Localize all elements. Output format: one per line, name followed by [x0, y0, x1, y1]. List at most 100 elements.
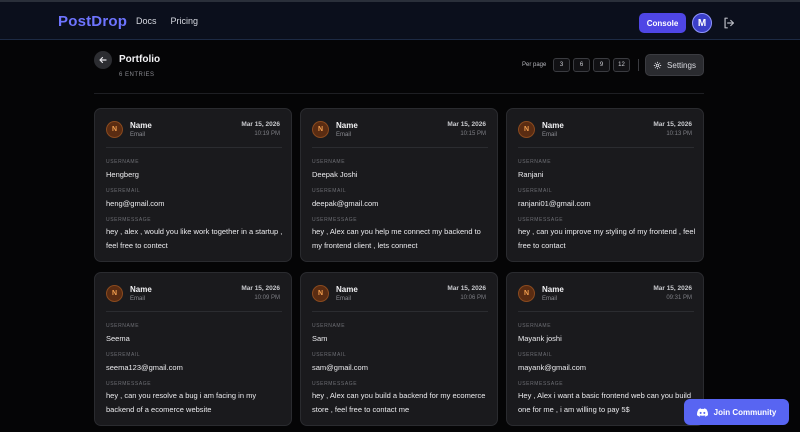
- console-button[interactable]: Console: [639, 13, 686, 33]
- useremail-label: USEREMAIL: [518, 352, 553, 358]
- settings-label: Settings: [667, 60, 696, 70]
- useremail-label: USEREMAIL: [312, 188, 347, 194]
- card-date: Mar 15, 2026: [241, 285, 280, 292]
- card-divider: [518, 147, 694, 148]
- card-time: 10:09 PM: [254, 295, 280, 301]
- card-date: Mar 15, 2026: [241, 121, 280, 128]
- card-email-label: Email: [130, 132, 146, 138]
- card-date: Mar 15, 2026: [447, 285, 486, 292]
- username-value: Mayank joshi: [518, 334, 562, 343]
- card-avatar: N: [312, 121, 329, 138]
- useremail-value: deepak@gmail.com: [312, 199, 379, 208]
- usermessage-label: USERMESSAGE: [518, 381, 564, 387]
- user-avatar[interactable]: M: [692, 13, 712, 33]
- card-divider: [312, 147, 488, 148]
- useremail-label: USEREMAIL: [106, 188, 141, 194]
- per-page-option-6[interactable]: 6: [573, 58, 590, 72]
- nav-docs[interactable]: Docs: [136, 16, 157, 26]
- useremail-value: sam@gmail.com: [312, 363, 368, 372]
- card-name-label: Name: [542, 285, 564, 294]
- logout-icon[interactable]: [722, 16, 736, 30]
- card-date: Mar 15, 2026: [653, 121, 692, 128]
- discord-icon: [696, 407, 708, 417]
- card-name-label: Name: [130, 285, 152, 294]
- join-community-button[interactable]: Join Community: [684, 399, 789, 425]
- username-value: Seema: [106, 334, 130, 343]
- arrow-left-icon: [99, 56, 107, 64]
- usermessage-label: USERMESSAGE: [106, 381, 152, 387]
- card-date: Mar 15, 2026: [653, 285, 692, 292]
- username-label: USERNAME: [106, 159, 140, 165]
- card-avatar: N: [312, 285, 329, 302]
- username-value: Ranjani: [518, 170, 544, 179]
- card-name-label: Name: [336, 285, 358, 294]
- card-avatar: N: [518, 285, 535, 302]
- app-logo[interactable]: PostDrop: [58, 13, 127, 30]
- card-avatar: N: [106, 285, 123, 302]
- card-time: 09:31 PM: [666, 295, 692, 301]
- card-divider: [518, 311, 694, 312]
- page-title: Portfolio: [119, 54, 161, 65]
- per-page-label: Per page: [522, 62, 547, 68]
- per-page-option-3[interactable]: 3: [553, 58, 570, 72]
- card-email-label: Email: [542, 296, 558, 302]
- join-community-label: Join Community: [713, 407, 777, 417]
- useremail-label: USEREMAIL: [312, 352, 347, 358]
- card-email-label: Email: [336, 296, 352, 302]
- username-label: USERNAME: [518, 159, 552, 165]
- entries-count: 6 ENTRIES: [119, 72, 155, 78]
- usermessage-value: hey , Alex can you help me connect my ba…: [312, 227, 481, 250]
- usermessage-value: hey , alex , would you like work togethe…: [106, 227, 283, 250]
- back-button[interactable]: [94, 51, 112, 69]
- usermessage-value: hey , can you resolve a bug i am facing …: [106, 391, 257, 414]
- useremail-value: mayank@gmail.com: [518, 363, 587, 372]
- main-nav: Docs Pricing: [136, 16, 198, 26]
- message-card[interactable]: N Name Email Mar 15, 2026 10:13 PM USERNAME Ra…: [506, 108, 704, 262]
- card-time: 10:13 PM: [666, 131, 692, 137]
- message-card[interactable]: N Name Email Mar 15, 2026 10:19 PM USERNAME He…: [94, 108, 292, 262]
- message-card[interactable]: N Name Email Mar 15, 2026 10:15 PM USERNAME De…: [300, 108, 498, 262]
- card-time: 10:15 PM: [460, 131, 486, 137]
- useremail-label: USEREMAIL: [106, 352, 141, 358]
- settings-button[interactable]: Settings: [645, 54, 704, 76]
- nav-pricing[interactable]: Pricing: [171, 16, 199, 26]
- toolbar-divider: [638, 59, 639, 71]
- per-page-option-12[interactable]: 12: [613, 58, 630, 72]
- card-email-label: Email: [130, 296, 146, 302]
- username-label: USERNAME: [312, 159, 346, 165]
- username-label: USERNAME: [312, 323, 346, 329]
- message-card[interactable]: N Name Email Mar 15, 2026 10:09 PM USERNAME Se…: [94, 272, 292, 426]
- username-value: Deepak Joshi: [312, 170, 358, 179]
- usermessage-label: USERMESSAGE: [312, 381, 358, 387]
- card-divider: [312, 311, 488, 312]
- card-email-label: Email: [542, 132, 558, 138]
- card-avatar: N: [518, 121, 535, 138]
- usermessage-label: USERMESSAGE: [518, 217, 564, 223]
- card-name-label: Name: [130, 121, 152, 130]
- card-divider: [106, 147, 282, 148]
- message-card[interactable]: N Name Email Mar 15, 2026 09:31 PM USERNAME Ma…: [506, 272, 704, 426]
- useremail-value: heng@gmail.com: [106, 199, 165, 208]
- usermessage-value: hey , can you improve my styling of my f…: [518, 227, 696, 250]
- top-navbar: PostDrop Docs Pricing Console M: [0, 0, 800, 40]
- header-divider: [94, 93, 704, 94]
- card-avatar: N: [106, 121, 123, 138]
- card-time: 10:19 PM: [254, 131, 280, 137]
- usermessage-label: USERMESSAGE: [106, 217, 152, 223]
- usermessage-value: hey , Alex can you build a backend for m…: [312, 391, 486, 414]
- username-value: Hengberg: [106, 170, 139, 179]
- username-label: USERNAME: [106, 323, 140, 329]
- useremail-value: ranjani01@gmail.com: [518, 199, 591, 208]
- card-time: 10:06 PM: [460, 295, 486, 301]
- username-value: Sam: [312, 334, 328, 343]
- card-name-label: Name: [542, 121, 564, 130]
- card-divider: [106, 311, 282, 312]
- card-email-label: Email: [336, 132, 352, 138]
- message-card[interactable]: N Name Email Mar 15, 2026 10:06 PM USERNAME Sa…: [300, 272, 498, 426]
- useremail-value: seema123@gmail.com: [106, 363, 183, 372]
- usermessage-value: Hey , Alex i want a basic frontend web c…: [518, 391, 692, 414]
- per-page-option-9[interactable]: 9: [593, 58, 610, 72]
- username-label: USERNAME: [518, 323, 552, 329]
- card-name-label: Name: [336, 121, 358, 130]
- useremail-label: USEREMAIL: [518, 188, 553, 194]
